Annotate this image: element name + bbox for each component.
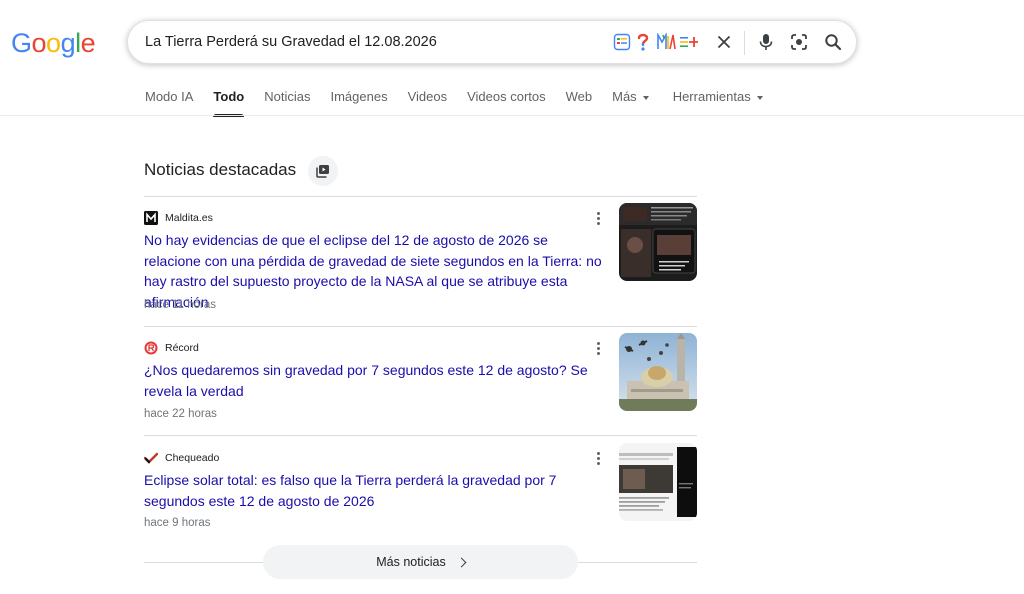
tab-todo[interactable]: Todo [213,80,245,117]
news-headline[interactable]: Eclipse solar total: es falso que la Tie… [144,470,606,511]
section-divider [144,196,697,197]
tab-label: Más [612,89,637,104]
source-name[interactable]: Maldita.es [165,212,213,224]
tab-label: Videos cortos [467,89,546,104]
logo-letter: o [46,28,61,58]
more-options-icon[interactable] [592,210,604,226]
tab-videos[interactable]: Videos [408,80,448,116]
lens-icon[interactable] [788,31,810,53]
add-spark-icon[interactable] [678,31,700,53]
logo-letter: e [80,28,96,58]
tab-label: Imágenes [330,89,388,104]
record-icon [144,341,158,355]
more-options-icon[interactable] [592,450,604,466]
card-divider [144,435,697,436]
chequeado-icon [144,451,158,465]
search-icon[interactable] [822,31,844,53]
card-divider [144,326,697,327]
app-grid-icon[interactable] [611,31,633,53]
section-title: Noticias destacadas [144,160,297,179]
logo-letter: o [31,28,47,58]
tab-label: Web [565,89,593,104]
news-time: hace 9 horas [144,517,211,529]
tab-label: Modo IA [145,89,194,104]
tab-label: Videos [407,89,448,104]
more-news-button[interactable]: Más noticias [263,545,578,579]
stories-icon[interactable] [308,156,338,186]
clear-icon[interactable] [713,31,735,53]
mic-icon[interactable] [755,31,777,53]
search-box[interactable]: La Tierra Perderá su Gravedad el 12.08.2… [127,20,857,64]
tab-mas[interactable]: Más [612,80,649,116]
news-headline[interactable]: ¿Nos quedaremos sin gravedad por 7 segun… [144,360,606,401]
search-tabs: Modo IA Todo Noticias Imágenes Videos Vi… [145,80,783,117]
question-icon[interactable] [632,31,654,53]
tab-web[interactable]: Web [566,80,593,116]
logo-letter: g [60,28,76,58]
search-divider [744,31,745,55]
news-card: Récord ¿Nos quedaremos sin gravedad por … [144,333,697,425]
tab-label: Herramientas [672,89,751,104]
news-card: Maldita.es No hay evidencias de que el e… [144,203,697,320]
tab-label: Noticias [264,89,311,104]
source-name[interactable]: Récord [165,342,199,354]
more-news-label: Más noticias [376,555,446,569]
more-options-icon[interactable] [592,340,604,356]
google-logo[interactable]: Google [11,28,96,59]
caret-down-icon [756,95,763,100]
search-input[interactable]: La Tierra Perderá su Gravedad el 12.08.2… [145,34,437,50]
news-thumbnail[interactable] [619,333,697,411]
source-row: Chequeado [144,450,219,466]
source-row: Maldita.es [144,210,213,226]
tab-label: Todo [213,89,245,104]
source-name[interactable]: Chequeado [165,452,219,464]
translate-icon[interactable] [655,31,677,53]
tab-videos-cortos[interactable]: Videos cortos [467,80,546,116]
news-card: Chequeado Eclipse solar total: es falso … [144,443,697,535]
news-thumbnail[interactable] [619,203,697,281]
caret-down-icon [642,95,649,100]
tab-imagenes[interactable]: Imágenes [330,80,387,116]
tab-modo-ia[interactable]: Modo IA [145,80,193,116]
tab-herramientas[interactable]: Herramientas [673,80,763,116]
tab-noticias[interactable]: Noticias [264,80,310,116]
logo-letter: G [11,28,32,58]
maldita-icon [144,211,158,225]
source-row: Récord [144,340,199,356]
chevron-right-icon [456,557,467,567]
news-time: hace 11 horas [144,299,217,311]
news-thumbnail[interactable] [619,443,697,521]
news-time: hace 22 horas [144,408,217,420]
tabs-divider [0,115,1024,116]
